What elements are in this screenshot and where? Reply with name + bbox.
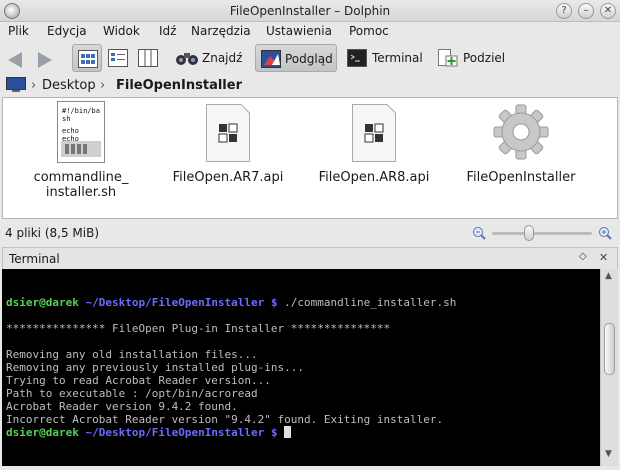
scrollbar-thumb[interactable] <box>604 323 615 375</box>
help-icon[interactable]: ? <box>556 3 572 19</box>
preview-icon <box>261 50 281 68</box>
breadcrumb-separator-icon: › <box>31 78 37 93</box>
binoculars-icon <box>176 53 198 65</box>
menu-edycja[interactable]: Edycja <box>47 24 87 38</box>
file-name: FileOpen.AR8.api <box>318 170 430 185</box>
terminal-banner: *************** FileOpen Plug-in Install… <box>6 322 391 335</box>
file-item-fileopeninstaller[interactable]: FileOpenInstaller <box>451 98 591 216</box>
split-icon <box>438 49 458 67</box>
float-panel-icon[interactable]: ◇ <box>579 251 587 262</box>
split-button[interactable]: Podziel <box>434 44 506 72</box>
file-name: FileOpenInstaller <box>466 170 576 185</box>
file-name: FileOpen.AR7.api <box>172 170 284 185</box>
computer-icon[interactable] <box>6 77 26 93</box>
terminal-output-line: Trying to read Acrobat Reader version... <box>6 374 271 387</box>
menu-bar: Plik Edycja Widok Idź Narzędzia Ustawien… <box>0 22 620 42</box>
terminal-output-line: Incorrect Acrobat Reader version "9.4.2"… <box>6 413 444 426</box>
terminal-output[interactable]: dsier@darek ~/Desktop/FileOpenInstaller … <box>2 269 600 466</box>
icons-view-icon <box>78 50 98 68</box>
file-item-commandline-installer[interactable]: #!/bin/ba sh echo echo commandline_ inst… <box>11 98 151 216</box>
terminal-icon <box>347 49 367 67</box>
breadcrumb: › Desktop › FileOpenInstaller <box>0 74 620 96</box>
columns-view-button[interactable] <box>134 44 162 72</box>
breadcrumb-current[interactable]: FileOpenInstaller <box>116 78 242 93</box>
status-text: 4 pliki (8,5 MiB) <box>5 226 100 240</box>
minimize-icon[interactable]: – <box>578 3 594 19</box>
menu-narzedzia[interactable]: Narzędzia <box>191 24 251 38</box>
menu-widok[interactable]: Widok <box>103 24 140 38</box>
menu-plik[interactable]: Plik <box>8 24 29 38</box>
terminal-scrollbar[interactable]: ▲ ▼ <box>600 269 618 466</box>
forward-arrow-icon[interactable] <box>38 52 52 68</box>
zoom-slider-handle[interactable] <box>523 225 534 241</box>
breadcrumb-desktop[interactable]: Desktop <box>42 78 96 93</box>
details-view-icon <box>108 49 128 67</box>
terminal-output-line: Removing any old installation files... <box>6 348 258 361</box>
find-button[interactable]: Znajdź <box>172 44 244 72</box>
terminal-command-line: dsier@darek ~/Desktop/FileOpenInstaller … <box>6 296 457 309</box>
script-preview-text: #!/bin/ba sh echo echo <box>62 107 100 143</box>
scroll-down-icon[interactable]: ▼ <box>605 449 612 459</box>
find-label: Znajdź <box>202 51 243 65</box>
terminal-prompt-line: dsier@darek ~/Desktop/FileOpenInstaller … <box>6 426 600 439</box>
file-name: commandline_ installer.sh <box>33 170 129 200</box>
binary-file-icon <box>206 104 250 162</box>
preview-label: Podgląd <box>285 52 333 66</box>
toolbar: Znajdź Podgląd Terminal Podziel <box>0 42 620 74</box>
icons-view-button[interactable] <box>72 44 102 72</box>
file-item-fileopen-ar8[interactable]: FileOpen.AR8.api <box>304 98 444 216</box>
close-icon[interactable]: ✕ <box>600 3 616 19</box>
window-title: FileOpenInstaller – Dolphin <box>229 4 391 18</box>
split-label: Podziel <box>463 51 506 65</box>
zoom-in-icon[interactable] <box>598 226 612 240</box>
terminal-button[interactable]: Terminal <box>343 44 425 72</box>
menu-pomoc[interactable]: Pomoc <box>349 24 389 38</box>
file-view: #!/bin/ba sh echo echo commandline_ inst… <box>2 97 618 219</box>
menu-ustawienia[interactable]: Ustawienia <box>266 24 332 38</box>
details-view-button[interactable] <box>104 44 132 72</box>
terminal-output-line: Acrobat Reader version 9.4.2 found. <box>6 400 238 413</box>
zoom-slider-track[interactable] <box>492 232 592 235</box>
columns-view-icon <box>138 49 158 67</box>
terminal-label: Terminal <box>372 51 423 65</box>
menu-idz[interactable]: Idź <box>159 24 176 38</box>
back-arrow-icon[interactable] <box>8 52 22 68</box>
window-titlebar: FileOpenInstaller – Dolphin ? – ✕ <box>0 0 620 22</box>
binary-file-icon <box>352 104 396 162</box>
gear-icon <box>493 104 549 160</box>
terminal-output-line: Removing any previously installed plug-i… <box>6 361 305 374</box>
terminal-panel-title: Terminal <box>9 252 60 266</box>
breadcrumb-separator-icon: › <box>100 78 106 93</box>
status-bar: 4 pliki (8,5 MiB) <box>0 221 620 245</box>
terminal-panel-header: Terminal ◇ ✕ <box>2 247 618 269</box>
file-item-fileopen-ar7[interactable]: FileOpen.AR7.api <box>158 98 298 216</box>
close-panel-icon[interactable]: ✕ <box>599 251 608 264</box>
zoom-out-icon[interactable] <box>472 226 486 240</box>
terminal-cursor <box>284 426 292 438</box>
preview-button[interactable]: Podgląd <box>255 44 337 72</box>
scroll-up-icon[interactable]: ▲ <box>605 271 612 281</box>
terminal-output-line: Path to executable : /opt/bin/acroread <box>6 387 258 400</box>
